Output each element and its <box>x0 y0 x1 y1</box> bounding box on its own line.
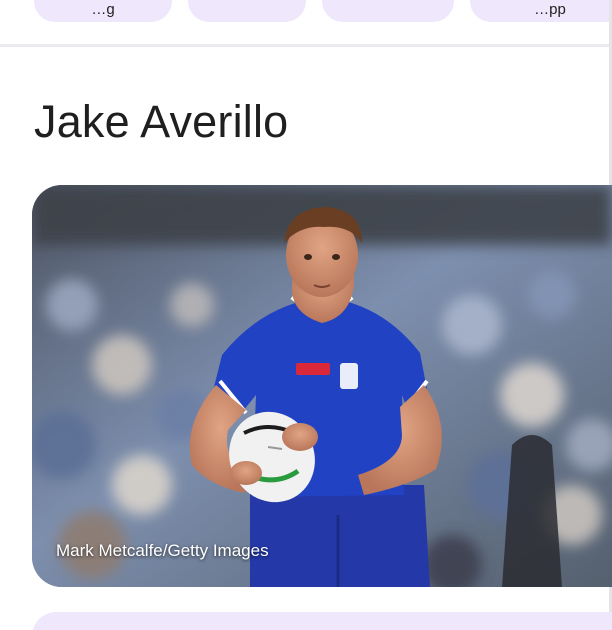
header-divider <box>0 44 612 47</box>
photo-credit: Mark Metcalfe/Getty Images <box>56 541 269 560</box>
next-card[interactable] <box>32 612 612 630</box>
filter-chip-1[interactable]: …g <box>34 0 172 22</box>
filter-chip-4[interactable]: …pp <box>470 0 612 22</box>
filter-chip-3[interactable] <box>322 0 454 22</box>
filter-chip-2[interactable] <box>188 0 306 22</box>
page-title: Jake Averillo <box>34 96 289 147</box>
player-photo-illustration <box>32 185 612 587</box>
filter-chip-label: …pp <box>534 1 566 18</box>
filter-chip-label: …g <box>91 1 115 18</box>
filter-chip-row: …g …pp <box>0 0 612 44</box>
player-photo[interactable]: Mark Metcalfe/Getty Images <box>32 185 612 587</box>
